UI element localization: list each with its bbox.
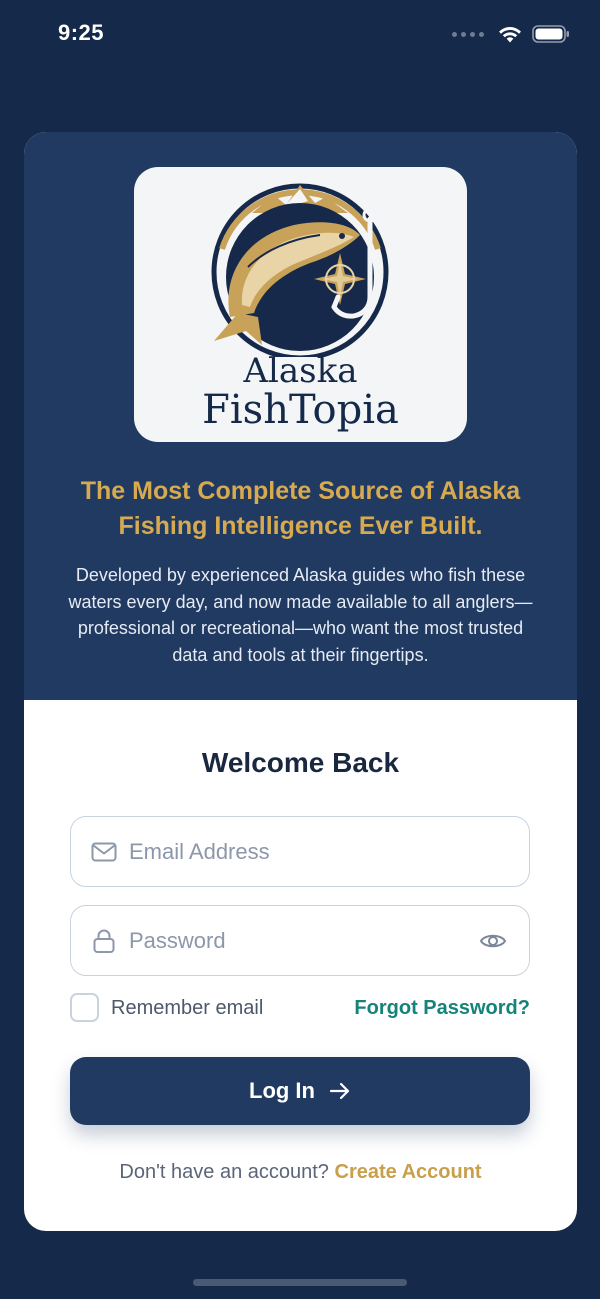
wifi-icon [499,27,521,43]
remember-email-label: Remember email [111,997,264,1019]
lock-icon [93,929,115,953]
status-icons [452,22,570,46]
password-input[interactable] [129,918,469,963]
signal-dots-icon [452,31,484,37]
salmon-emblem-icon [211,183,389,357]
mail-icon [91,842,117,862]
home-indicator[interactable] [193,1279,407,1286]
password-field[interactable] [70,905,530,976]
login-button-label: Log In [249,1078,315,1103]
email-field[interactable] [70,816,530,887]
email-input[interactable] [129,829,469,874]
hero-section: Alaska FishTopia The Most Complete Sourc… [24,132,577,700]
login-card: Alaska FishTopia The Most Complete Sourc… [24,132,577,1231]
remember-row: Remember email Forgot Password? [70,992,530,1024]
status-bar: 9:25 [0,0,600,66]
page-title: Welcome Back [201,747,400,778]
eye-icon[interactable] [479,928,507,954]
app-logo: Alaska FishTopia [134,167,467,442]
forgot-password-link[interactable]: Forgot Password? [354,997,530,1020]
arrow-right-icon [329,1082,350,1100]
signup-prompt: Don't have an account? [119,1161,329,1183]
login-button[interactable]: Log In [70,1057,530,1125]
status-time: 9:25 [58,20,105,45]
signup-row: Don't have an account? Create Account [24,1161,577,1184]
remember-email-checkbox[interactable] [70,993,99,1022]
hero-tagline: The Most Complete Source of Alaska Fishi… [80,477,521,540]
battery-icon [532,25,569,43]
logo-text-fishtopia: FishTopia [202,387,399,433]
hero-description: Developed by experienced Alaska guides w… [68,565,533,665]
logo-text-alaska: Alaska [243,351,358,391]
create-account-link[interactable]: Create Account [335,1161,482,1183]
